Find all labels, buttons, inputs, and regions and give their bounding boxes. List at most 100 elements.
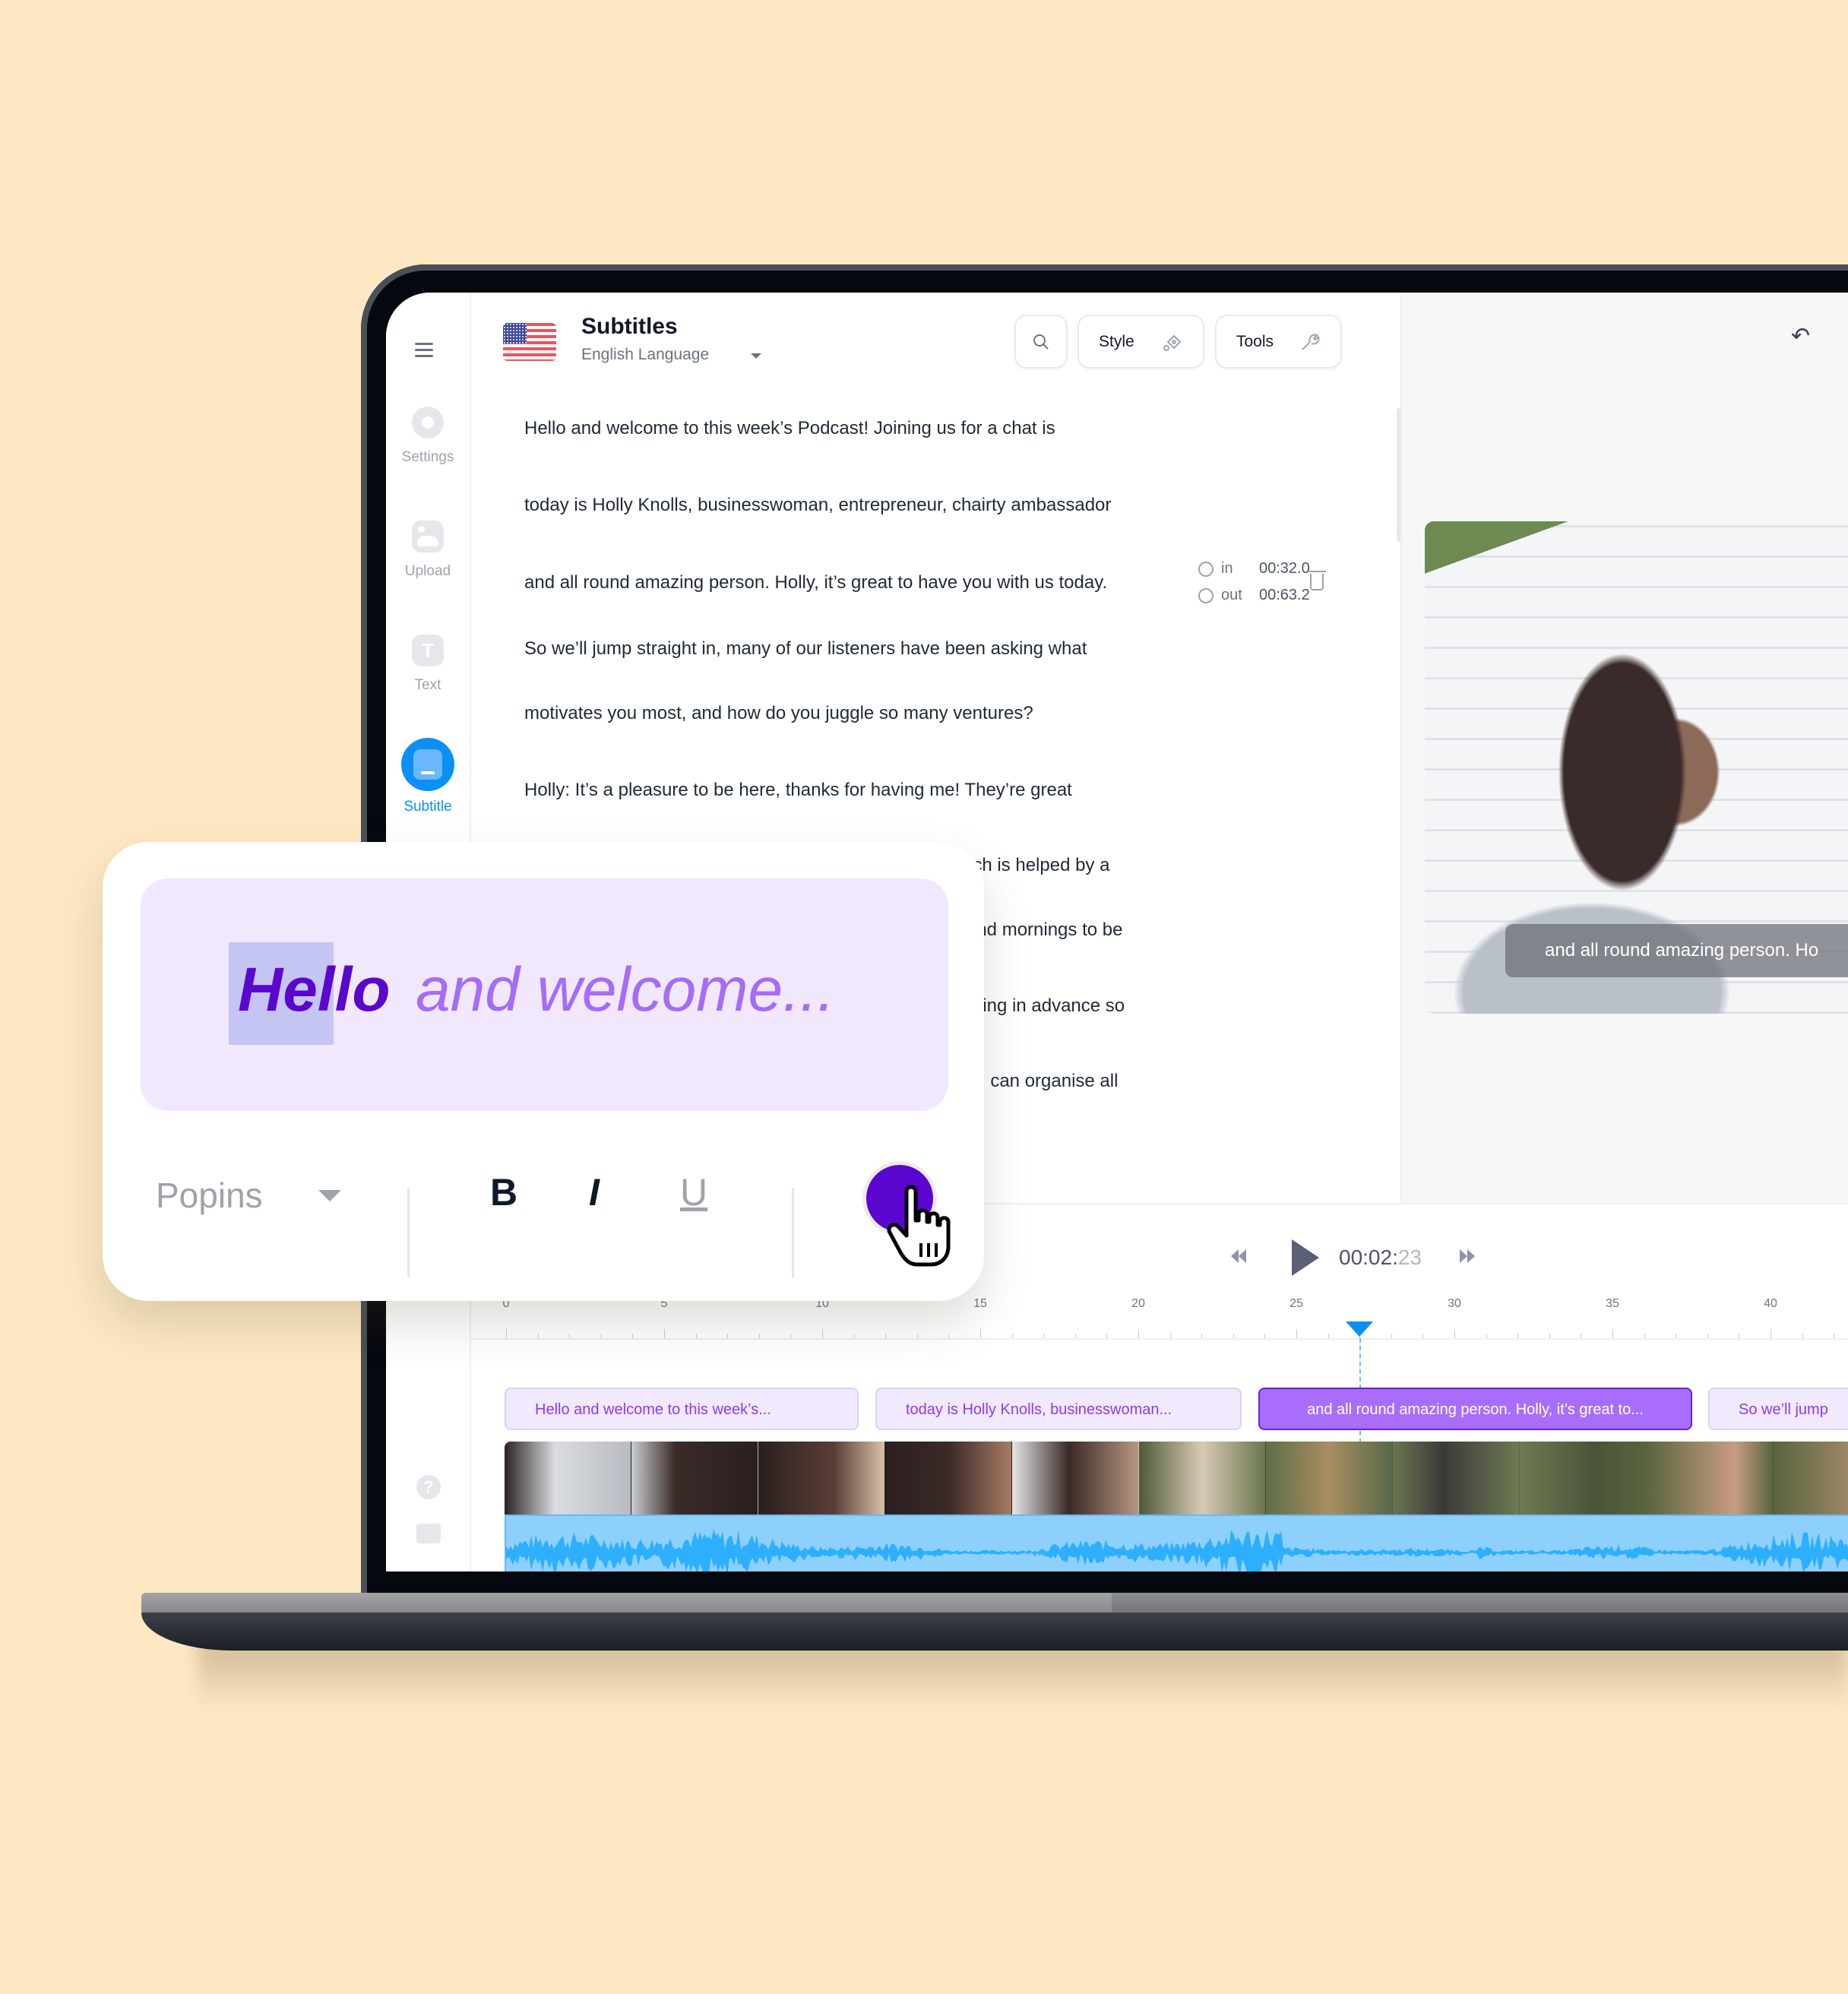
- tick-mark: [1517, 1334, 1519, 1338]
- sidebar-item-text[interactable]: T Text: [386, 635, 470, 694]
- transcript-line[interactable]: ich is helped by a: [969, 855, 1109, 876]
- tick-mark: [1011, 1334, 1013, 1338]
- style-popup: Hello and welcome... Popins B I U: [103, 842, 984, 1301]
- play-button[interactable]: [1292, 1239, 1319, 1276]
- tick-mark: [1644, 1334, 1645, 1338]
- bold-button[interactable]: B: [490, 1170, 517, 1214]
- tick-mark: [727, 1334, 729, 1338]
- sidebar-item-label: Subtitle: [403, 799, 452, 815]
- tick-mark: [758, 1334, 760, 1338]
- waveform-path: [506, 1529, 1848, 1571]
- time-out[interactable]: out 00:63.2: [1198, 587, 1310, 604]
- transcript-line-active[interactable]: and all round amazing person. Holly, it’…: [524, 572, 1107, 593]
- transcript-line[interactable]: ind mornings to be: [973, 919, 1122, 941]
- time-out-value[interactable]: 00:63.2: [1259, 587, 1310, 604]
- search-button[interactable]: [1014, 315, 1068, 369]
- tick-mark: [1486, 1334, 1487, 1338]
- time-in[interactable]: in 00:32.0: [1198, 560, 1310, 578]
- tick-mark: [1549, 1334, 1550, 1338]
- hamburger-icon[interactable]: [415, 343, 433, 358]
- text-style-preview: Hello and welcome...: [141, 878, 948, 1111]
- laptop-shadow: [198, 1641, 1848, 1710]
- playback-controls: 00:02:23: [1231, 1235, 1476, 1280]
- undo-icon[interactable]: ↶: [1791, 323, 1810, 350]
- film-frame: [1774, 1442, 1848, 1514]
- clock-icon: [1198, 587, 1214, 603]
- tick-mark: [537, 1334, 539, 1338]
- transcript-line[interactable]: hing in advance so: [973, 995, 1125, 1017]
- sidebar-item-upload[interactable]: Upload: [386, 521, 470, 580]
- paint-bucket-icon: [1163, 334, 1182, 351]
- time-in-value[interactable]: 00:32.0: [1259, 560, 1310, 578]
- wrench-icon: [1302, 334, 1320, 350]
- transcript-line[interactable]: So we’ll jump straight in, many of our l…: [524, 638, 1087, 660]
- keyboard-icon[interactable]: [416, 1524, 441, 1543]
- audio-waveform[interactable]: [505, 1514, 1848, 1571]
- search-icon: [1033, 334, 1049, 350]
- chevron-down-icon[interactable]: [318, 1190, 341, 1201]
- tick-label: 25: [1289, 1297, 1303, 1310]
- trash-icon[interactable]: [1308, 571, 1326, 590]
- transcript-line[interactable]: I can organise all: [980, 1071, 1118, 1092]
- timecode: 00:02:23: [1339, 1245, 1422, 1269]
- tick-mark: [1327, 1334, 1329, 1338]
- style-button[interactable]: Style: [1077, 315, 1204, 369]
- tick-mark: [1169, 1334, 1171, 1338]
- text-icon: T: [412, 635, 444, 666]
- subtitle-icon: [401, 738, 454, 791]
- hand-cursor-icon: [887, 1185, 951, 1267]
- underline-button[interactable]: U: [680, 1170, 707, 1214]
- video-frame[interactable]: and all round amazing person. Ho: [1425, 521, 1848, 1014]
- tick-label: 30: [1448, 1297, 1461, 1310]
- laptop-base-bottom: [141, 1613, 1848, 1651]
- tick-mark: [1454, 1329, 1455, 1338]
- sidebar-item-settings[interactable]: Settings: [386, 407, 470, 466]
- tick-mark: [1074, 1334, 1076, 1338]
- tick-mark: [1802, 1334, 1803, 1338]
- subtitle-segment[interactable]: Hello and welcome to this week’s...: [505, 1388, 859, 1430]
- language-select[interactable]: English Language: [581, 346, 709, 364]
- film-frame: [1520, 1442, 1647, 1514]
- tick-mark: [1201, 1334, 1203, 1338]
- tick-mark: [1296, 1329, 1297, 1338]
- sidebar-item-label: Upload: [404, 563, 451, 579]
- transcript-line[interactable]: Hello and welcome to this week’s Podcast…: [524, 418, 1055, 439]
- video-caption: and all round amazing person. Ho: [1505, 924, 1848, 977]
- subtitle-segment[interactable]: today is Holly Knolls, businesswoman...: [875, 1388, 1242, 1430]
- timeline-ruler[interactable]: 0 5 10 15 20 25 30 35 40: [471, 1297, 1848, 1340]
- tick-label: 15: [973, 1297, 987, 1310]
- sidebar-item-subtitle[interactable]: Subtitle: [386, 738, 470, 815]
- italic-button[interactable]: I: [589, 1170, 600, 1214]
- film-frame: [1266, 1442, 1393, 1514]
- transcript-line[interactable]: motivates you most, and how do you juggl…: [524, 703, 1033, 724]
- image-icon: [412, 521, 444, 552]
- font-select[interactable]: Popins: [156, 1175, 263, 1216]
- tick-mark: [948, 1334, 950, 1338]
- tick-mark: [853, 1334, 855, 1338]
- video-preview-panel: ↶ and all round amazing person. Ho: [1400, 293, 1848, 1203]
- film-frame: [885, 1442, 1012, 1514]
- tools-button[interactable]: Tools: [1215, 315, 1342, 369]
- fast-forward-button[interactable]: [1460, 1249, 1476, 1267]
- tick-mark: [1043, 1334, 1045, 1338]
- playhead[interactable]: [1346, 1321, 1374, 1337]
- tick-mark: [916, 1334, 918, 1338]
- subtitle-segment[interactable]: So we’ll jump: [1708, 1388, 1848, 1430]
- help-icon[interactable]: ?: [416, 1475, 441, 1499]
- subtitle-segment-active[interactable]: and all round amazing person. Holly, it’…: [1258, 1388, 1692, 1430]
- tick-mark: [600, 1334, 602, 1338]
- preview-rest-text[interactable]: and welcome...: [416, 954, 835, 1026]
- film-frame: [505, 1442, 631, 1514]
- tick-mark: [506, 1329, 507, 1338]
- tick-mark: [790, 1334, 792, 1338]
- video-filmstrip[interactable]: [505, 1442, 1848, 1514]
- tick-label: 35: [1606, 1297, 1619, 1310]
- rewind-button[interactable]: [1231, 1249, 1246, 1267]
- sidebar-item-label: Settings: [401, 449, 454, 465]
- transcript-line[interactable]: Holly: It’s a pleasure to be here, thank…: [524, 780, 1072, 801]
- transcript-line[interactable]: today is Holly Knolls, businesswoman, en…: [524, 495, 1111, 516]
- tick-label: 20: [1131, 1297, 1145, 1310]
- preview-bold-word[interactable]: Hello: [238, 954, 390, 1026]
- tick-mark: [980, 1329, 981, 1338]
- chevron-down-icon[interactable]: [751, 353, 761, 359]
